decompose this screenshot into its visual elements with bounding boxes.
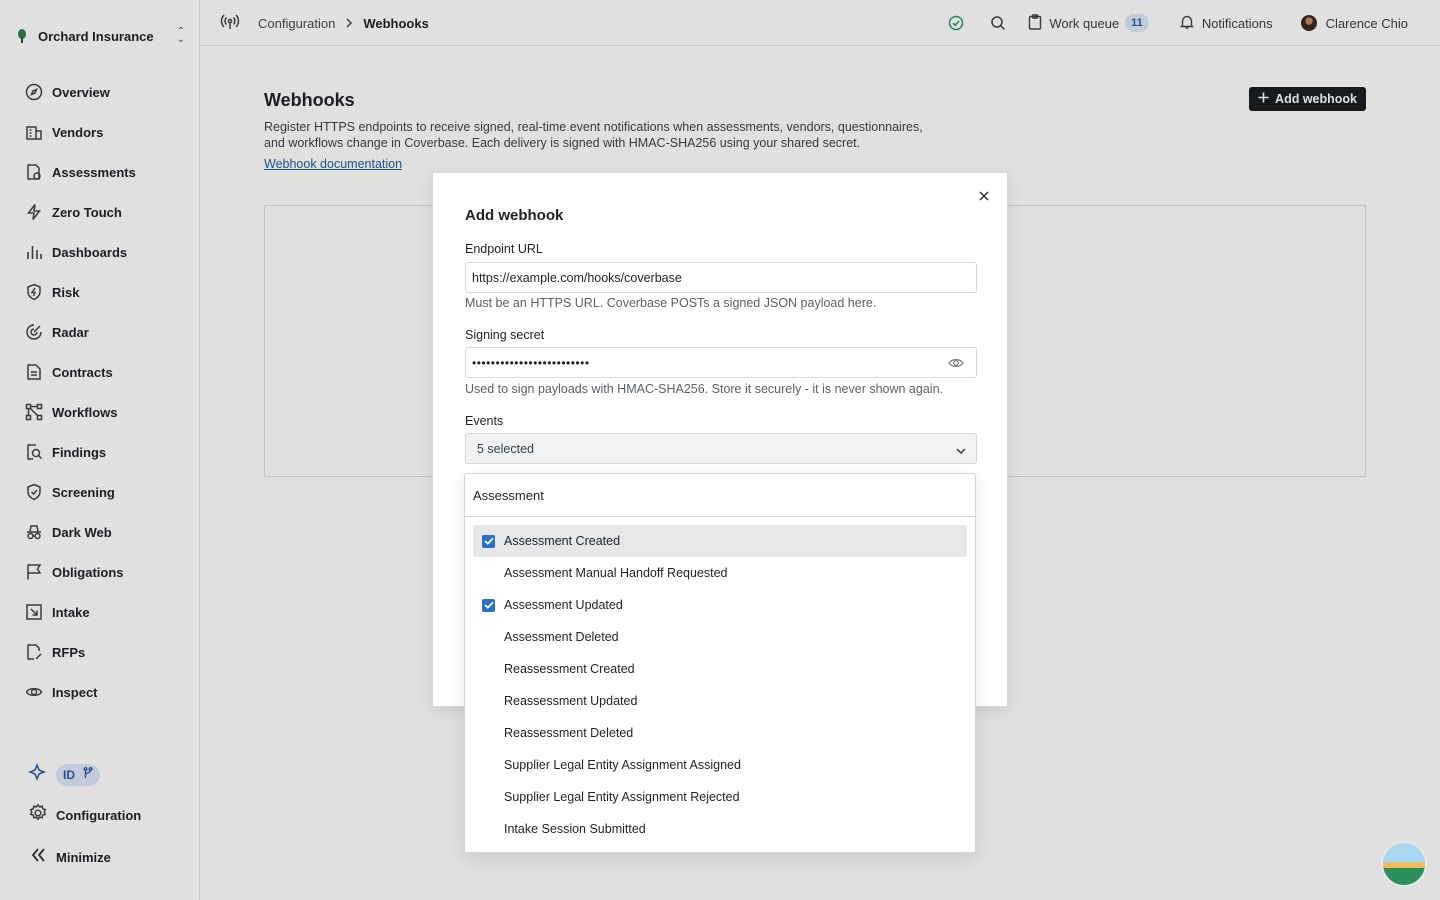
event-option-assessment-updated[interactable]: Assessment Updated	[473, 589, 967, 621]
events-search-value: Assessment	[473, 487, 544, 503]
signing-secret-label: Signing secret	[465, 328, 545, 342]
checkbox-checked-icon[interactable]	[482, 534, 495, 548]
checkbox-checked-icon[interactable]	[482, 598, 495, 612]
event-option-assessment-created[interactable]: Assessment Created	[473, 525, 967, 557]
checkbox-unchecked-icon[interactable]	[482, 663, 495, 676]
events-search-input[interactable]: Assessment	[465, 474, 975, 517]
checkbox-unchecked-icon[interactable]	[482, 567, 495, 580]
event-option-reassessment-updated[interactable]: Reassessment Updated	[473, 685, 967, 717]
signing-secret-hint: Used to sign payloads with HMAC-SHA256. …	[465, 382, 943, 396]
checkbox-unchecked-icon[interactable]	[482, 759, 495, 772]
events-select[interactable]: 5 selected	[465, 433, 977, 464]
endpoint-url-label: Endpoint URL	[465, 242, 543, 256]
event-option-assessment-deleted[interactable]: Assessment Deleted	[473, 621, 967, 653]
event-option-supplier-legal-entity-assignment-rejected[interactable]: Supplier Legal Entity Assignment Rejecte…	[473, 781, 967, 813]
event-option-label: Reassessment Updated	[504, 694, 638, 708]
eye-icon[interactable]	[948, 356, 964, 370]
events-selected-value: 5 selected	[477, 441, 534, 456]
events-label: Events	[465, 414, 504, 428]
event-option-supplier-legal-entity-assignment-assigned[interactable]: Supplier Legal Entity Assignment Assigne…	[473, 749, 967, 781]
event-option-assessment-manual-handoff-requested[interactable]: Assessment Manual Handoff Requested	[473, 557, 967, 589]
endpoint-url-value: https://example.com/hooks/coverbase	[472, 270, 682, 285]
checkbox-unchecked-icon[interactable]	[482, 695, 495, 708]
chevron-down-icon	[956, 444, 966, 458]
event-option-label: Supplier Legal Entity Assignment Assigne…	[504, 758, 741, 772]
event-option-reassessment-created[interactable]: Reassessment Created	[473, 653, 967, 685]
assistant-avatar[interactable]	[1381, 841, 1427, 887]
close-icon[interactable]	[975, 187, 993, 205]
checkbox-unchecked-icon[interactable]	[482, 791, 495, 804]
endpoint-url-input[interactable]: https://example.com/hooks/coverbase	[465, 262, 977, 293]
event-option-label: Assessment Updated	[504, 598, 623, 612]
signing-secret-value: •••••••••••••••••••••••••	[472, 355, 590, 370]
event-option-label: Reassessment Deleted	[504, 726, 634, 740]
event-option-label: Reassessment Created	[504, 662, 635, 676]
events-option-list: Assessment Created Assessment Manual Han…	[473, 525, 967, 845]
events-dropdown: Assessment Assessment Created Assessment…	[464, 473, 976, 853]
event-option-label: Supplier Legal Entity Assignment Rejecte…	[504, 790, 740, 804]
event-option-label: Intake Session Submitted	[504, 822, 646, 836]
event-option-label: Assessment Deleted	[504, 630, 619, 644]
dialog-title: Add webhook	[465, 207, 564, 224]
checkbox-unchecked-icon[interactable]	[482, 631, 495, 644]
endpoint-url-hint: Must be an HTTPS URL. Coverbase POSTs a …	[465, 296, 877, 310]
event-option-intake-session-submitted[interactable]: Intake Session Submitted	[473, 813, 967, 845]
checkbox-unchecked-icon[interactable]	[482, 823, 495, 836]
event-option-label: Assessment Manual Handoff Requested	[504, 566, 728, 580]
signing-secret-input[interactable]: •••••••••••••••••••••••••	[465, 347, 977, 378]
event-option-label: Assessment Created	[504, 534, 621, 548]
checkbox-unchecked-icon[interactable]	[482, 727, 495, 740]
event-option-reassessment-deleted[interactable]: Reassessment Deleted	[473, 717, 967, 749]
